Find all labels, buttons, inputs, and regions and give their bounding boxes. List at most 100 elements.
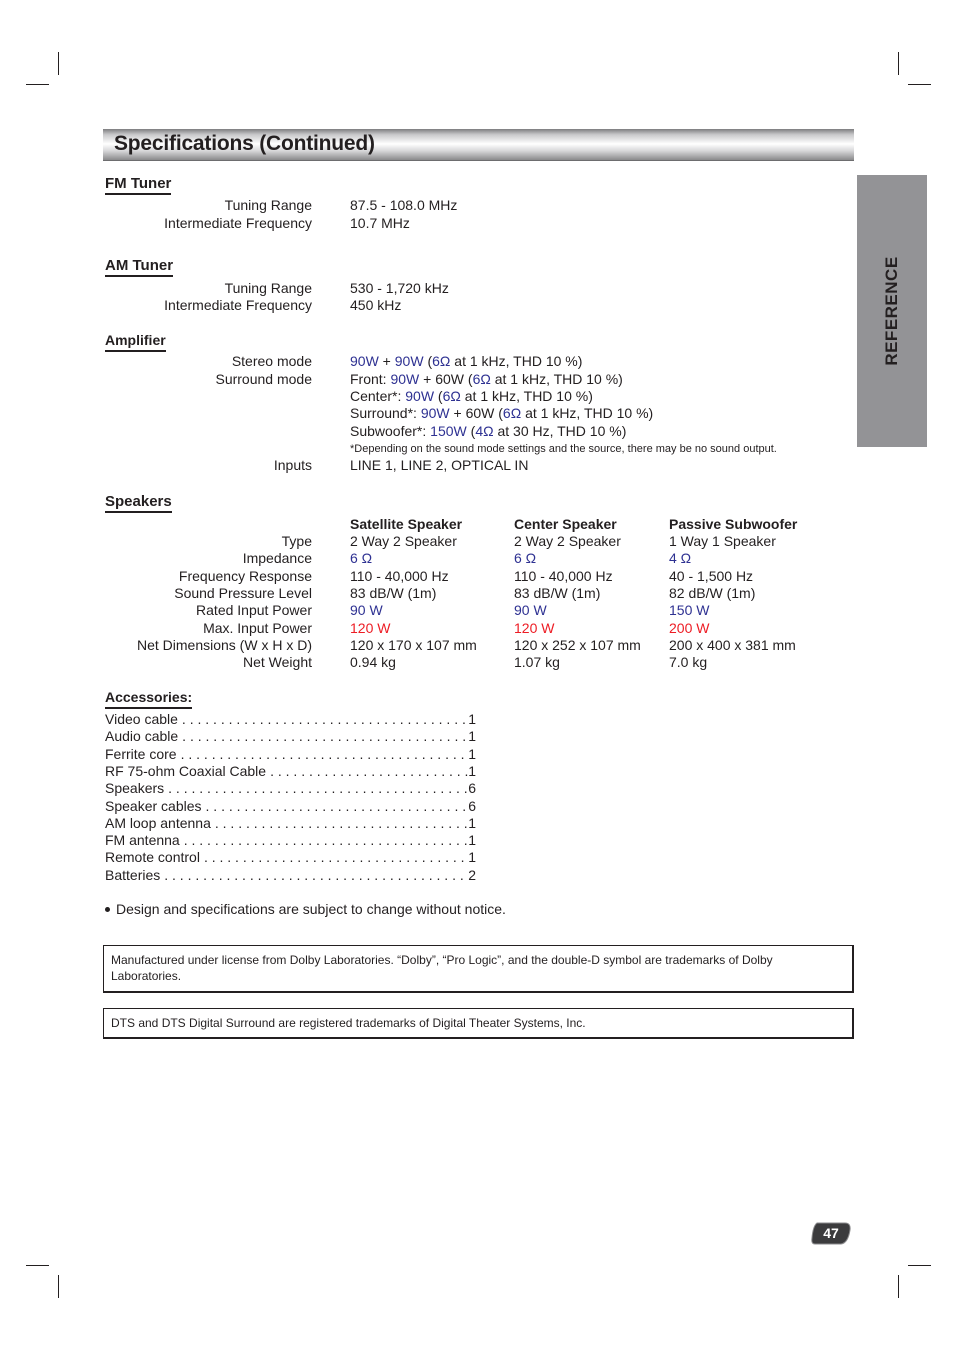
spec-cell: 120 W xyxy=(514,620,555,636)
front-value: Front: 90W + 60W (6Ω at 1 kHz, THD 10 %) xyxy=(350,371,623,388)
list-item: Speakers 6 xyxy=(105,780,476,797)
power-value: 150W xyxy=(430,423,467,439)
text: at 1 kHz, THD 10 %) xyxy=(490,371,623,387)
spec-cell: 1.07 kg xyxy=(514,654,560,670)
impedance-value: 6Ω xyxy=(432,353,451,369)
spec-cell: 2 Way 2 Speaker xyxy=(514,533,621,549)
leader-dots xyxy=(184,832,468,849)
crop-mark xyxy=(908,1265,931,1266)
dts-notice-box: DTS and DTS Digital Surround are registe… xyxy=(103,1008,854,1039)
text: Center*: xyxy=(350,388,406,404)
spec-value: LINE 1, LINE 2, OPTICAL IN xyxy=(350,457,529,473)
leader-dots xyxy=(182,728,468,745)
accessory-name: Speaker cables xyxy=(105,797,202,814)
spec-label: Rated Input Power xyxy=(196,602,312,618)
accessory-quantity: 1 xyxy=(468,745,476,762)
list-item: Ferrite core 1 xyxy=(105,746,476,763)
change-notice: Design and specifications are subject to… xyxy=(105,901,506,918)
spec-label: Inputs xyxy=(273,457,312,473)
column-header: Satellite Speaker xyxy=(350,516,463,532)
stereo-mode-value: 90W + 90W (6Ω at 1 kHz, THD 10 %) xyxy=(350,353,582,370)
notice-text: Design and specifications are subject to… xyxy=(116,901,506,917)
amplifier-heading: Amplifier xyxy=(105,332,166,352)
crop-mark xyxy=(908,84,931,85)
spec-label: Tuning Range xyxy=(224,280,312,296)
spec-cell: 150 W xyxy=(669,602,710,618)
am-tuner-heading: AM Tuner xyxy=(105,257,174,277)
impedance-value: 6Ω xyxy=(472,371,491,387)
side-tab-reference: REFERENCE xyxy=(857,175,927,447)
crop-mark xyxy=(58,1275,59,1298)
power-value: 90W xyxy=(394,353,424,369)
accessory-quantity: 1 xyxy=(468,762,476,779)
accessory-name: Remote control xyxy=(105,849,200,866)
list-item: Remote control 1 xyxy=(105,849,476,866)
crop-mark xyxy=(26,1265,49,1266)
spec-value: 530 - 1,720 kHz xyxy=(350,280,449,296)
power-value: 90W xyxy=(420,405,450,421)
text: + 60W ( xyxy=(419,371,473,387)
spec-label: Tuning Range xyxy=(224,197,312,213)
spec-cell: 200 W xyxy=(669,620,710,636)
spec-label: Sound Pressure Level xyxy=(174,585,312,601)
text: at 30 Hz, THD 10 %) xyxy=(493,423,627,439)
crop-mark xyxy=(26,84,49,85)
spec-cell: 40 - 1,500 Hz xyxy=(669,568,754,584)
accessory-quantity: 1 xyxy=(468,832,476,849)
spec-cell: 1 Way 1 Speaker xyxy=(669,533,776,549)
amplifier-footnote: *Depending on the sound mode settings an… xyxy=(350,443,777,455)
list-item: RF 75-ohm Coaxial Cable 1 xyxy=(105,763,476,780)
column-header: Center Speaker xyxy=(514,516,617,532)
spec-cell: 82 dB/W (1m) xyxy=(669,585,756,601)
accessory-quantity: 6 xyxy=(468,797,476,814)
spec-label: Stereo mode xyxy=(231,353,312,369)
spec-cell: 4 Ω xyxy=(669,550,692,566)
spec-value: 450 kHz xyxy=(350,297,402,313)
list-item: FM antenna 1 xyxy=(105,832,476,849)
impedance-value: 6Ω xyxy=(502,405,522,421)
text: Front: xyxy=(350,371,391,387)
page-title: Specifications (Continued) xyxy=(114,132,375,155)
spec-label: Intermediate Frequency xyxy=(164,215,312,231)
spec-cell: 110 - 40,000 Hz xyxy=(350,568,449,584)
accessory-quantity: 6 xyxy=(468,780,476,797)
list-item: AM loop antenna 1 xyxy=(105,815,476,832)
dolby-notice-text: Manufactured under license from Dolby La… xyxy=(111,953,773,983)
title-bar: Specifications (Continued) xyxy=(103,129,854,161)
spec-cell: 200 x 400 x 381 mm xyxy=(669,637,796,653)
leader-dots xyxy=(164,867,468,884)
dolby-notice-box: Manufactured under license from Dolby La… xyxy=(103,945,854,993)
leader-dots xyxy=(182,711,468,728)
spec-cell: 6 Ω xyxy=(350,550,373,566)
leader-dots xyxy=(206,798,469,815)
spec-cell: 120 W xyxy=(350,620,391,636)
crop-mark xyxy=(898,52,899,75)
power-value: 90W xyxy=(350,353,379,369)
text: ( xyxy=(434,388,443,404)
spec-cell: 83 dB/W (1m) xyxy=(514,585,601,601)
spec-label: Max. Input Power xyxy=(203,620,312,636)
side-tab-label: REFERENCE xyxy=(882,256,901,366)
leader-dots xyxy=(270,763,468,780)
text: + xyxy=(378,353,395,369)
dts-notice-text: DTS and DTS Digital Surround are registe… xyxy=(111,1016,586,1030)
spec-cell: 120 x 252 x 107 mm xyxy=(514,637,641,653)
accessory-quantity: 1 xyxy=(468,849,476,866)
surround-value: Surround*: 90W + 60W (6Ω at 1 kHz, THD 1… xyxy=(350,405,653,422)
accessories-heading: Accessories: xyxy=(105,689,193,709)
text: at 1 kHz, THD 10 %) xyxy=(450,353,583,369)
leader-dots xyxy=(215,815,468,832)
accessory-quantity: 2 xyxy=(468,866,476,883)
accessory-name: FM antenna xyxy=(105,832,180,849)
spec-cell: 7.0 kg xyxy=(669,654,708,670)
list-item: Video cable 1 xyxy=(105,711,476,728)
subwoofer-value: Subwoofer*: 150W (4Ω at 30 Hz, THD 10 %) xyxy=(350,423,626,440)
spec-cell: 6 Ω xyxy=(514,550,537,566)
text: at 1 kHz, THD 10 %) xyxy=(460,388,593,404)
accessory-name: Audio cable xyxy=(105,728,179,745)
center-value: Center*: 90W (6Ω at 1 kHz, THD 10 %) xyxy=(350,388,593,405)
power-value: 90W xyxy=(390,371,420,387)
text: + 60W ( xyxy=(449,405,503,421)
fm-tuner-heading: FM Tuner xyxy=(105,175,172,195)
spec-cell: 120 x 170 x 107 mm xyxy=(350,637,477,653)
